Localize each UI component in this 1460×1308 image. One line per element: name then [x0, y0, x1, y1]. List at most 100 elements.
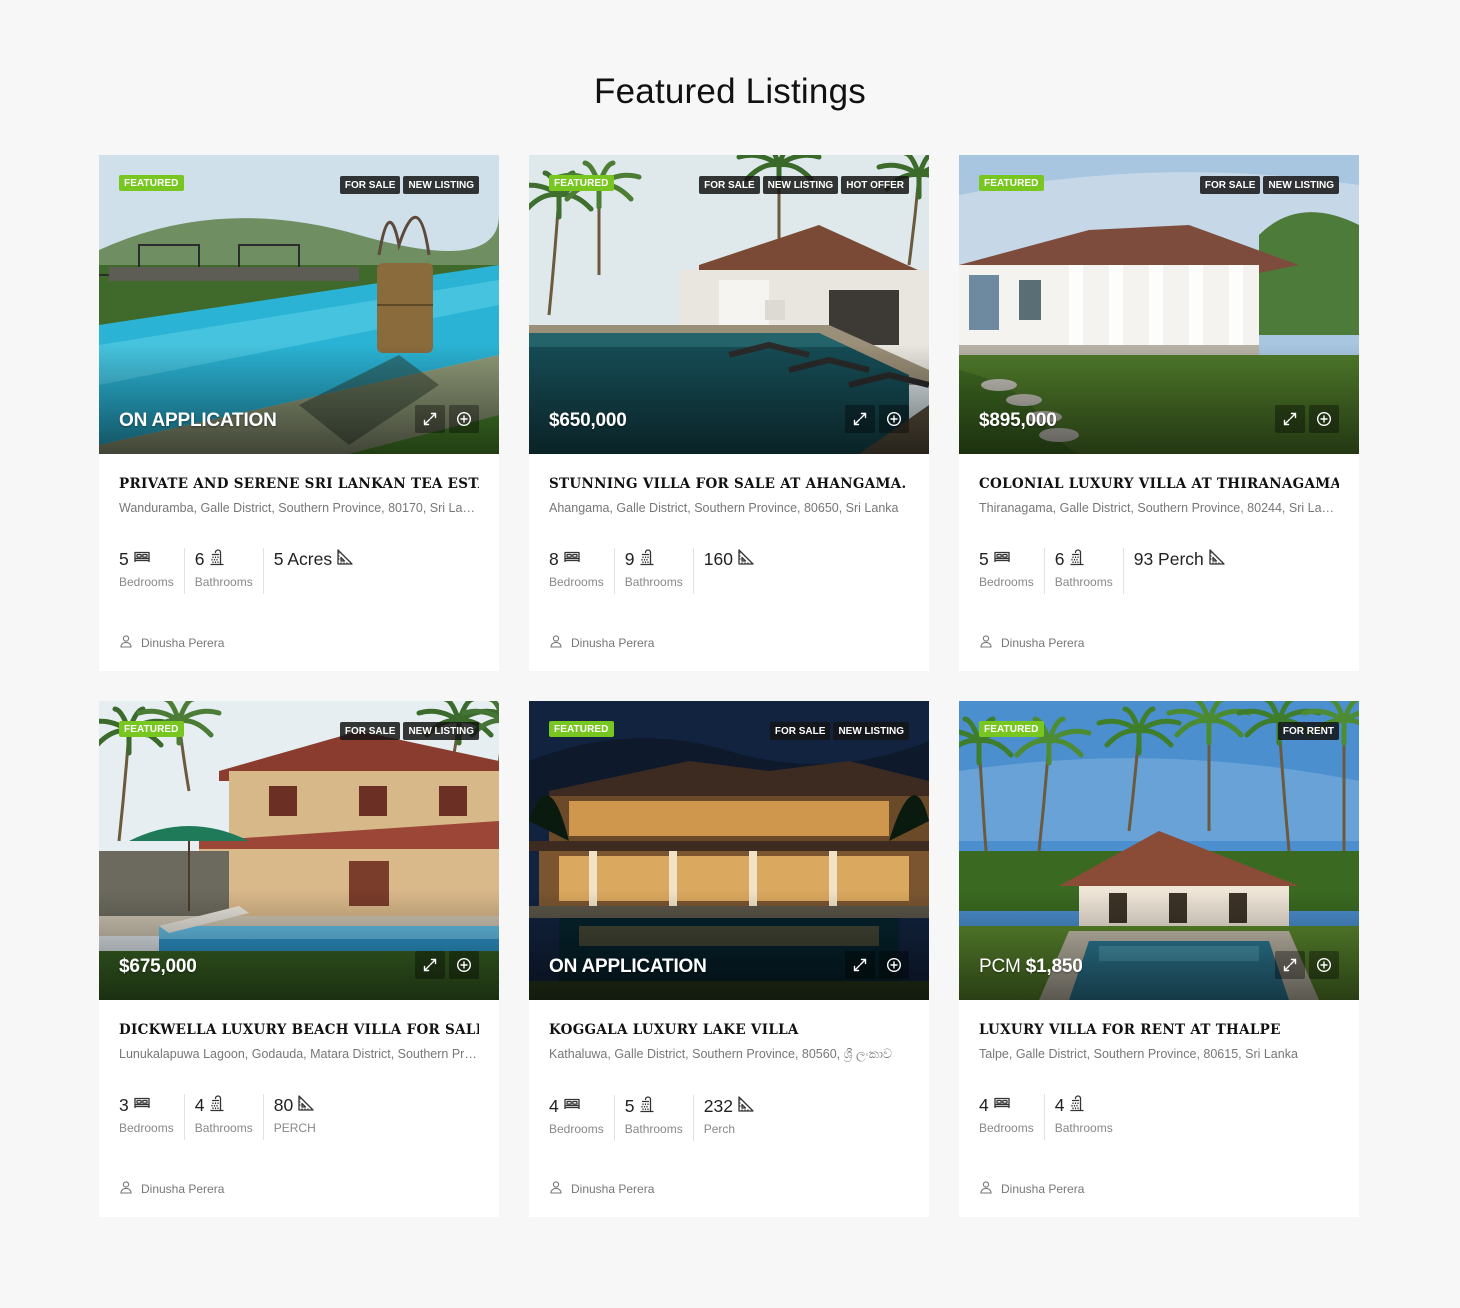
listing-image[interactable]: FEATURED FOR SALE NEW LISTING $675,000: [99, 701, 499, 1000]
status-label[interactable]: FOR SALE: [339, 722, 401, 740]
status-label[interactable]: NEW LISTING: [1263, 176, 1339, 194]
listing-title[interactable]: DICKWELLA LUXURY BEACH VILLA FOR SALE: [119, 1022, 479, 1038]
listings-grid: FEATURED FOR SALE NEW LISTING ON APPLICAT…: [99, 155, 1359, 1218]
bed-icon: [563, 548, 581, 571]
image-tools: [415, 951, 479, 979]
agent-name[interactable]: Dinusha Perera: [1001, 1182, 1084, 1196]
expand-icon[interactable]: [845, 951, 875, 979]
add-circle-icon[interactable]: [1309, 405, 1339, 433]
listing-image[interactable]: FEATURED FOR SALE NEW LISTING ON APPLICAT…: [99, 155, 499, 454]
image-tools: [415, 405, 479, 433]
amenity-label: Bathrooms: [194, 575, 253, 589]
image-gradient: [99, 890, 499, 1000]
amenity-value: 4: [1054, 1094, 1065, 1115]
amenity-shower: 4 Bathrooms: [183, 1094, 263, 1140]
status-label[interactable]: FOR RENT: [1277, 722, 1339, 740]
amenity-shower: 4 Bathrooms: [1043, 1094, 1123, 1140]
agent-name[interactable]: Dinusha Perera: [141, 636, 224, 650]
agent-name[interactable]: Dinusha Perera: [571, 636, 654, 650]
listing-card[interactable]: FEATURED FOR SALE NEW LISTING $895,000 CO…: [959, 155, 1359, 671]
listing-image[interactable]: FEATURED FOR RENT PCM $1,850: [959, 701, 1359, 1000]
status-label[interactable]: HOT OFFER: [841, 176, 909, 194]
agent[interactable]: Dinusha Perera: [549, 1180, 654, 1197]
listing-card[interactable]: FEATURED FOR SALE NEW LISTING ON APPLICAT…: [529, 701, 929, 1217]
listing-title[interactable]: STUNNING VILLA FOR SALE AT AHANGAMA.: [549, 476, 909, 492]
amenity-label: Bedrooms: [979, 575, 1034, 589]
bed-icon: [993, 548, 1011, 571]
listing-address: Kathaluwa, Galle District, Southern Prov…: [549, 1047, 892, 1061]
listing-address: Thiranagama, Galle District, Southern Pr…: [979, 501, 1339, 515]
amenity-value: 93 Perch: [1133, 548, 1204, 569]
amenity-value: 6: [1054, 548, 1065, 569]
listing-address: Wanduramba, Galle District, Southern Pro…: [119, 501, 479, 515]
status-label[interactable]: NEW LISTING: [762, 176, 839, 194]
price-value: ON APPLICATION: [119, 410, 277, 431]
price-prefix: PCM: [979, 956, 1026, 977]
agent-name[interactable]: Dinusha Perera: [1001, 636, 1084, 650]
status-label[interactable]: FOR SALE: [1199, 176, 1261, 194]
listing-address: Ahangama, Galle District, Southern Provi…: [549, 501, 899, 515]
expand-icon[interactable]: [415, 405, 445, 433]
listing-body: DICKWELLA LUXURY BEACH VILLA FOR SALE Lu…: [99, 1022, 499, 1140]
listing-price: ON APPLICATION: [549, 956, 707, 978]
ruler-triangle-icon: [1208, 548, 1226, 571]
amenity-value: 232: [703, 1095, 733, 1116]
status-label[interactable]: NEW LISTING: [403, 176, 479, 194]
agent[interactable]: Dinusha Perera: [119, 634, 224, 651]
listing-title[interactable]: PRIVATE AND SERENE SRI LANKAN TEA ESTATE: [119, 476, 479, 492]
agent-name[interactable]: Dinusha Perera: [141, 1182, 224, 1196]
status-labels: FOR SALE NEW LISTING HOT OFFER: [699, 176, 909, 194]
agent[interactable]: Dinusha Perera: [979, 1180, 1084, 1197]
shower-icon: [1068, 1094, 1086, 1117]
amenity-bed: 5 Bedrooms: [119, 548, 184, 594]
ruler-triangle-icon: [737, 548, 755, 571]
expand-icon[interactable]: [415, 951, 445, 979]
add-circle-icon[interactable]: [879, 951, 909, 979]
listing-image[interactable]: FEATURED FOR SALE NEW LISTING ON APPLICAT…: [529, 701, 929, 1000]
expand-icon[interactable]: [845, 405, 875, 433]
status-labels: FOR RENT: [1277, 722, 1339, 740]
agent-name[interactable]: Dinusha Perera: [571, 1182, 654, 1196]
listing-title[interactable]: LUXURY VILLA FOR RENT AT THALPE: [979, 1022, 1339, 1038]
shower-icon: [208, 548, 226, 571]
agent[interactable]: Dinusha Perera: [119, 1180, 224, 1197]
add-circle-icon[interactable]: [449, 951, 479, 979]
amenity-label: PERCH: [273, 1121, 316, 1135]
listing-title[interactable]: KOGGALA LUXURY LAKE VILLA: [549, 1022, 909, 1038]
listing-image[interactable]: FEATURED FOR SALE NEW LISTING HOT OFFER $6…: [529, 155, 929, 454]
status-label[interactable]: FOR SALE: [339, 176, 401, 194]
status-label[interactable]: FOR SALE: [769, 722, 831, 740]
status-labels: FOR SALE NEW LISTING: [1199, 176, 1339, 194]
price-value: $1,850: [1025, 956, 1083, 977]
add-circle-icon[interactable]: [879, 405, 909, 433]
price-value: $895,000: [979, 410, 1057, 431]
status-label[interactable]: FOR SALE: [699, 176, 760, 194]
status-label[interactable]: NEW LISTING: [833, 722, 909, 740]
listing-card[interactable]: FEATURED FOR SALE NEW LISTING HOT OFFER $6…: [529, 155, 929, 671]
listing-title[interactable]: COLONIAL LUXURY VILLA AT THIRANAGAMA: [979, 476, 1339, 492]
bed-icon: [133, 548, 151, 571]
add-circle-icon[interactable]: [449, 405, 479, 433]
listing-body: LUXURY VILLA FOR RENT AT THALPE Talpe, G…: [959, 1022, 1359, 1140]
expand-icon[interactable]: [1275, 405, 1305, 433]
user-icon: [979, 1180, 993, 1197]
agent[interactable]: Dinusha Perera: [979, 634, 1084, 651]
listing-price: $675,000: [119, 956, 197, 978]
price-value: $650,000: [549, 410, 627, 431]
ruler-triangle-icon: [336, 548, 354, 571]
listing-price: $895,000: [979, 410, 1057, 432]
add-circle-icon[interactable]: [1309, 951, 1339, 979]
listing-body: STUNNING VILLA FOR SALE AT AHANGAMA. Aha…: [529, 476, 929, 594]
listing-card[interactable]: FEATURED FOR RENT PCM $1,850 LUXURY VILL…: [959, 701, 1359, 1217]
agent[interactable]: Dinusha Perera: [549, 634, 654, 651]
amenity-label: Bedrooms: [549, 1122, 604, 1136]
amenity-value: 9: [624, 548, 635, 569]
image-gradient: [959, 344, 1359, 454]
listing-card[interactable]: FEATURED FOR SALE NEW LISTING ON APPLICAT…: [99, 155, 499, 671]
amenity-bed: 5 Bedrooms: [979, 548, 1044, 594]
price-value: ON APPLICATION: [549, 956, 707, 977]
status-label[interactable]: NEW LISTING: [403, 722, 479, 740]
listing-image[interactable]: FEATURED FOR SALE NEW LISTING $895,000: [959, 155, 1359, 454]
listing-card[interactable]: FEATURED FOR SALE NEW LISTING $675,000 DI…: [99, 701, 499, 1217]
expand-icon[interactable]: [1275, 951, 1305, 979]
